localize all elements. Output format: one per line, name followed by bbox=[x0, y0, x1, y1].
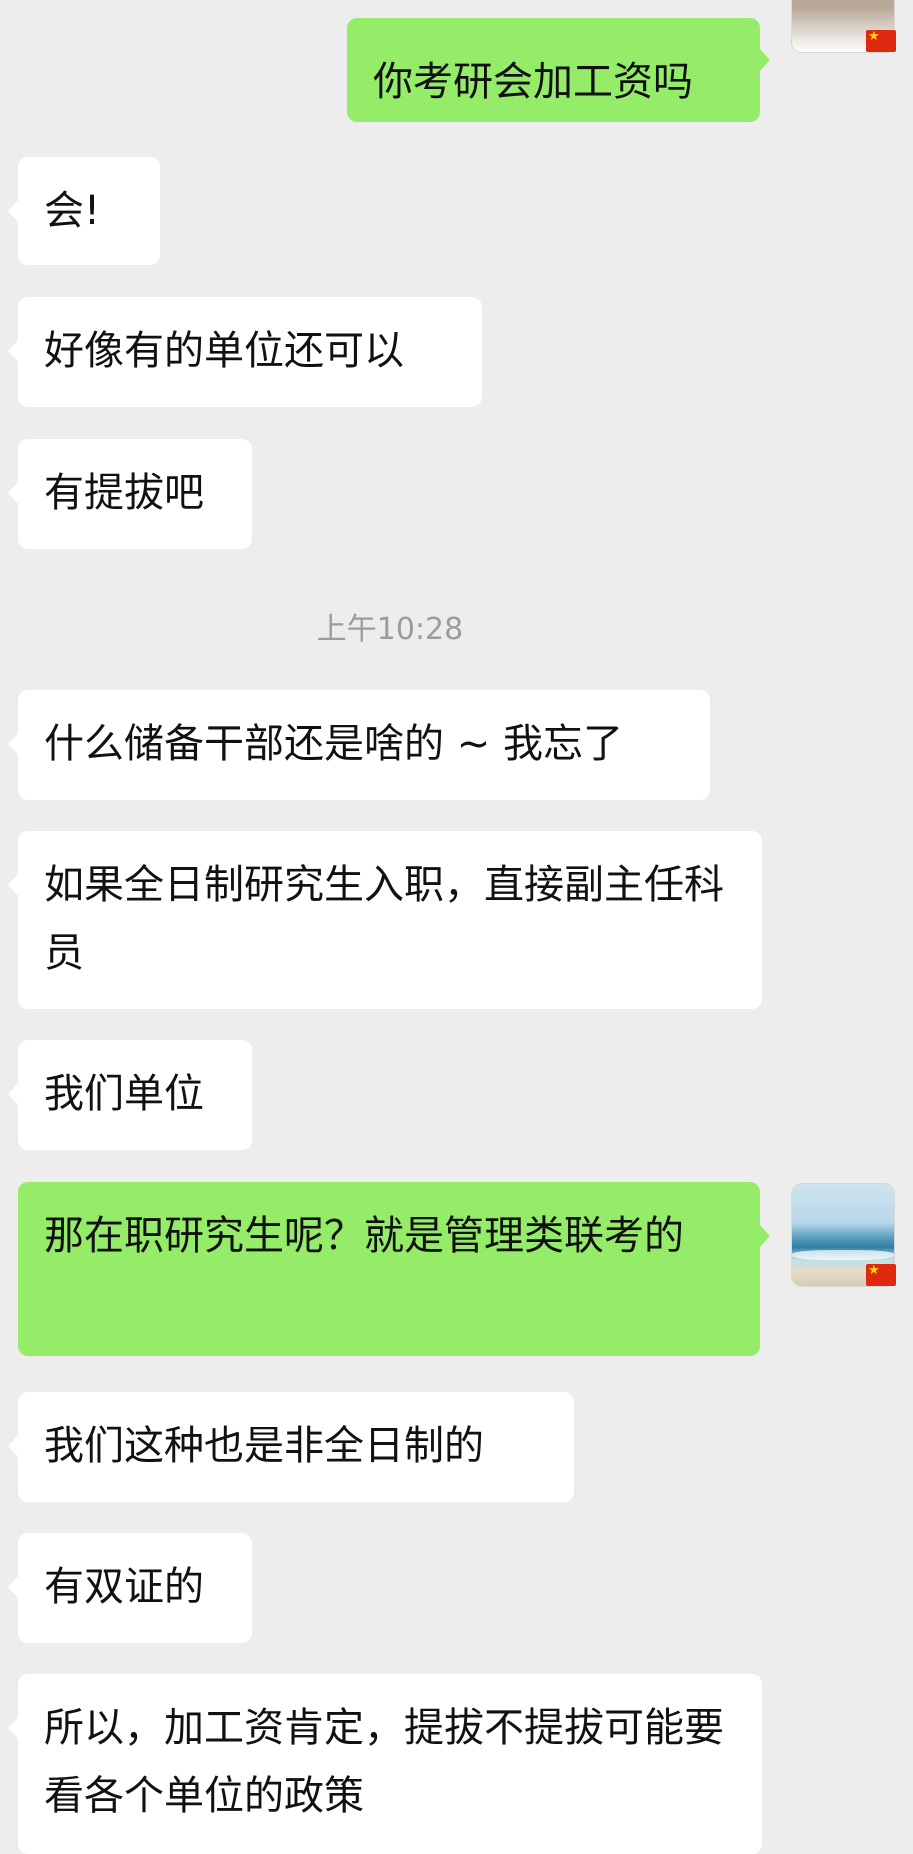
message-bubble-incoming[interactable]: 有双证的 bbox=[8, 1533, 252, 1643]
message-bubble-incoming[interactable]: 所以，加工资肯定，提拔不提拔可能要看各个单位的政策 bbox=[8, 1674, 762, 1854]
message-bubble-incoming[interactable]: 我们这种也是非全日制的 bbox=[8, 1392, 574, 1502]
message-text: 那在职研究生呢？就是管理类联考的 bbox=[44, 1213, 684, 1259]
message-text: 有双证的 bbox=[44, 1564, 204, 1610]
china-flag-icon: ★ bbox=[866, 1264, 896, 1286]
message-text: 什么储备干部还是啥的 ~ 我忘了 bbox=[44, 721, 623, 767]
message-text: 会! bbox=[44, 188, 101, 234]
message-bubble-incoming[interactable]: 会! bbox=[8, 157, 160, 265]
timestamp: 上午10:28 bbox=[316, 612, 464, 647]
message-text: 我们单位 bbox=[44, 1071, 204, 1117]
message-text: 我们这种也是非全日制的 bbox=[44, 1423, 484, 1469]
message-bubble-incoming[interactable]: 有提拔吧 bbox=[8, 439, 252, 549]
message-text: 有提拔吧 bbox=[44, 470, 204, 516]
message-bubble-incoming[interactable]: 什么储备干部还是啥的 ~ 我忘了 bbox=[8, 690, 710, 800]
message-text: 你考研会加工资吗 bbox=[373, 59, 693, 105]
message-bubble-incoming[interactable]: 如果全日制研究生入职，直接副主任科员 bbox=[8, 831, 762, 1009]
message-bubble-outgoing[interactable]: 那在职研究生呢？就是管理类联考的 bbox=[18, 1182, 770, 1356]
china-flag-icon: ★ bbox=[866, 30, 896, 52]
message-bubble-outgoing[interactable]: 你考研会加工资吗 bbox=[347, 18, 770, 122]
message-text: 如果全日制研究生入职，直接副主任科员 bbox=[44, 862, 724, 976]
message-text: 所以，加工资肯定，提拔不提拔可能要看各个单位的政策 bbox=[44, 1705, 724, 1819]
message-text: 好像有的单位还可以 bbox=[44, 328, 404, 374]
message-bubble-incoming[interactable]: 好像有的单位还可以 bbox=[8, 297, 482, 407]
message-bubble-incoming[interactable]: 我们单位 bbox=[8, 1040, 252, 1150]
avatar-wave bbox=[792, 1250, 894, 1260]
